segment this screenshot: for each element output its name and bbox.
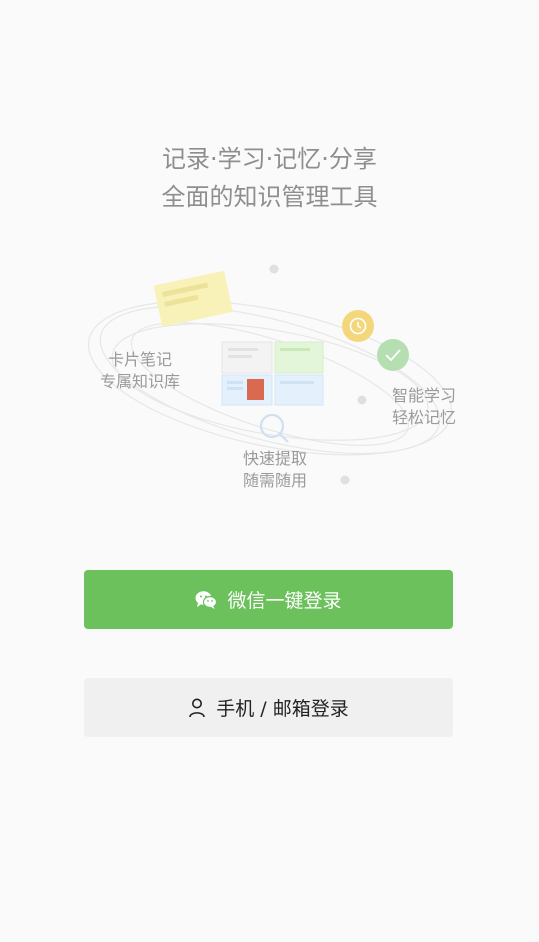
bottom-label-line-2: 随需随用	[242, 471, 307, 490]
orbit-dot	[269, 264, 279, 274]
hero-line-1: 记录·学习·记忆·分享	[162, 145, 377, 173]
clock-icon	[342, 310, 374, 342]
check-icon	[377, 339, 409, 371]
wechat-login-label: 微信一键登录	[227, 590, 342, 612]
left-label-line-1: 卡片笔记	[107, 350, 172, 369]
hero-line-2: 全面的知识管理工具	[161, 183, 378, 211]
orbit-dot	[357, 395, 367, 405]
wechat-icon	[195, 590, 218, 610]
knowledge-panels-icon	[221, 341, 324, 406]
right-label-line-1: 智能学习	[391, 386, 456, 405]
phone-email-login-label: 手机 / 邮箱登录	[216, 698, 349, 720]
right-feature-label: 智能学习 轻松记忆	[384, 385, 464, 429]
bottom-label-line-1: 快速提取	[242, 449, 307, 468]
wechat-login-button[interactable]: 微信一键登录	[84, 570, 453, 629]
feature-illustration: 卡片笔记 专属知识库 智能学习 轻松记忆 快速提取 随需随用	[80, 250, 460, 510]
left-feature-label: 卡片笔记 专属知识库	[98, 349, 182, 393]
note-card-icon	[153, 271, 233, 327]
user-icon	[188, 698, 206, 718]
phone-email-login-button[interactable]: 手机 / 邮箱登录	[84, 678, 453, 737]
left-label-line-2: 专属知识库	[99, 372, 180, 391]
orbit-dot	[340, 475, 350, 485]
bottom-feature-label: 快速提取 随需随用	[236, 448, 314, 492]
right-label-line-2: 轻松记忆	[391, 408, 456, 427]
hero-title: 记录·学习·记忆·分享 全面的知识管理工具	[0, 140, 539, 216]
